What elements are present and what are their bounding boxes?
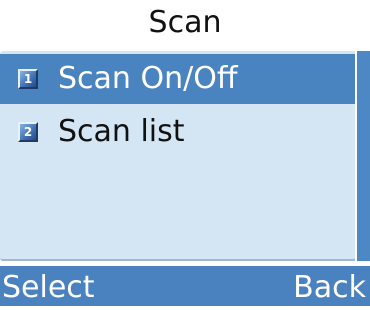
scrollbar-thumb[interactable] [357,51,370,261]
menu-list: 1 Scan On/Off 2 Scan list [0,51,355,261]
number-2-icon: 2 [18,122,38,142]
menu-item-scan-list[interactable]: 2 Scan list [0,107,355,157]
back-softkey[interactable]: Back [293,266,366,306]
select-softkey[interactable]: Select [2,266,95,306]
menu-item-label: Scan On/Off [58,61,238,96]
screen-title: Scan [148,5,222,40]
menu-item-scan-on-off[interactable]: 1 Scan On/Off [0,54,355,104]
number-1-icon: 1 [18,69,38,89]
menu-item-label: Scan list [58,114,185,149]
softkey-bar: Select Back [0,266,370,306]
